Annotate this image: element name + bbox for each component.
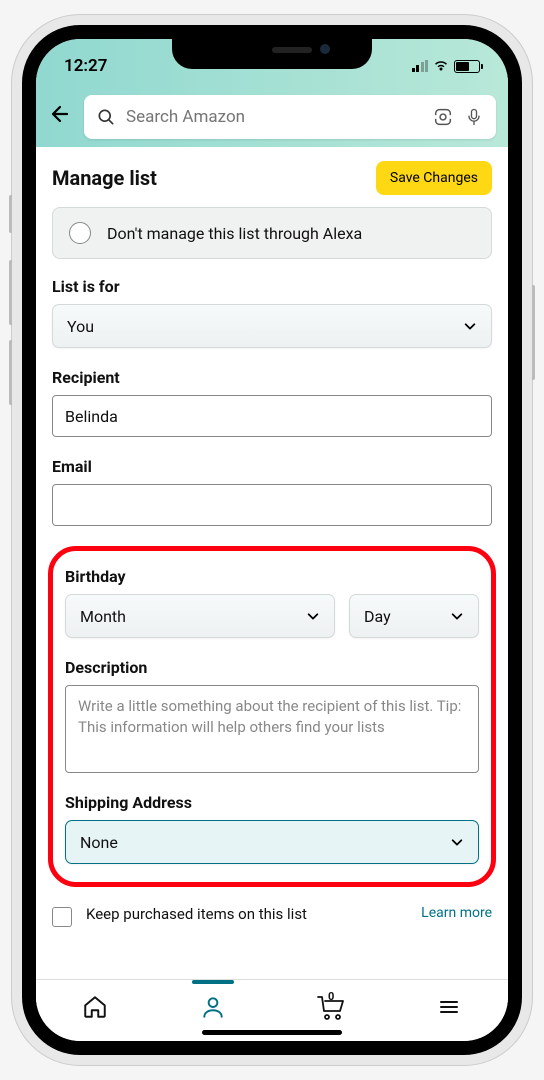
keep-label: Keep purchased items on this list — [86, 905, 407, 925]
nav-menu[interactable] — [434, 992, 464, 1022]
nav-home[interactable] — [80, 992, 110, 1022]
search-input[interactable] — [126, 107, 422, 127]
list-for-label: List is for — [52, 277, 492, 296]
recipient-label: Recipient — [52, 368, 492, 387]
search-box[interactable] — [84, 95, 496, 139]
birthday-day-select[interactable]: Day — [349, 594, 479, 638]
signal-icon — [412, 60, 429, 72]
shipping-label: Shipping Address — [65, 793, 479, 812]
cart-count: 0 — [328, 990, 334, 1003]
recipient-input[interactable] — [52, 395, 492, 437]
chevron-down-icon — [450, 609, 464, 623]
shipping-field: Shipping Address None — [65, 793, 479, 864]
shipping-value: None — [80, 833, 118, 852]
chevron-down-icon — [450, 835, 464, 849]
alexa-label: Don't manage this list through Alexa — [107, 224, 362, 243]
keep-checkbox[interactable] — [52, 907, 72, 927]
profile-icon — [200, 994, 226, 1020]
birthday-label: Birthday — [65, 567, 479, 586]
status-time: 12:27 — [64, 56, 107, 76]
wifi-icon — [433, 60, 449, 72]
description-textarea[interactable]: Write a little something about the recip… — [65, 685, 479, 773]
back-arrow-icon[interactable] — [48, 102, 72, 133]
home-icon — [82, 994, 108, 1020]
highlighted-section: Birthday Month Day — [48, 546, 496, 887]
search-icon — [96, 107, 116, 127]
battery-icon — [454, 60, 480, 73]
search-header — [36, 87, 508, 147]
page-title: Manage list — [52, 166, 157, 190]
keep-items-row: Keep purchased items on this list Learn … — [52, 899, 492, 927]
description-label: Description — [65, 658, 479, 677]
list-for-field: List is for You — [52, 277, 492, 348]
birthday-month-value: Month — [80, 607, 126, 626]
shipping-select[interactable]: None — [65, 820, 479, 864]
nav-cart[interactable]: 0 — [316, 992, 346, 1022]
email-label: Email — [52, 457, 492, 476]
radio-icon[interactable] — [69, 222, 91, 244]
recipient-field: Recipient — [52, 368, 492, 437]
home-indicator[interactable] — [202, 1030, 342, 1035]
mic-icon[interactable] — [464, 107, 484, 127]
chevron-down-icon — [306, 609, 320, 623]
chevron-down-icon — [463, 319, 477, 333]
save-changes-button[interactable]: Save Changes — [376, 161, 492, 195]
email-field: Email — [52, 457, 492, 526]
list-for-value: You — [67, 317, 94, 336]
menu-icon — [437, 995, 461, 1019]
alexa-option[interactable]: Don't manage this list through Alexa — [52, 207, 492, 259]
email-input[interactable] — [52, 484, 492, 526]
birthday-field: Birthday Month Day — [65, 567, 479, 638]
description-field: Description Write a little something abo… — [65, 658, 479, 773]
learn-more-link[interactable]: Learn more — [421, 905, 492, 921]
nav-profile[interactable] — [198, 992, 228, 1022]
birthday-day-value: Day — [364, 607, 391, 626]
title-row: Manage list Save Changes — [36, 147, 508, 207]
list-for-select[interactable]: You — [52, 304, 492, 348]
status-icons — [412, 60, 481, 73]
birthday-month-select[interactable]: Month — [65, 594, 335, 638]
lens-icon[interactable] — [432, 106, 454, 128]
